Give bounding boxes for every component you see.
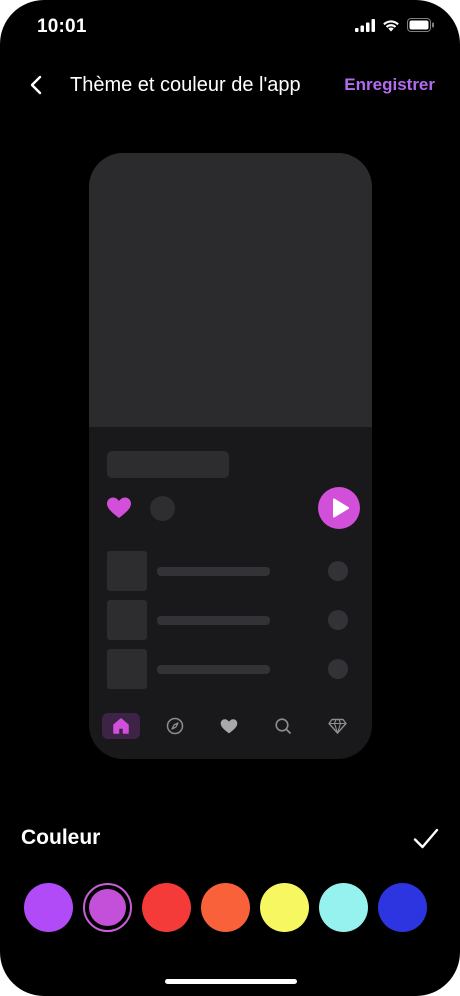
track-thumb-placeholder	[107, 649, 147, 689]
color-swatch-fill	[89, 889, 126, 926]
preview-action-placeholder	[150, 496, 175, 521]
phone-screen: 10:01 Thème et couleur de l'app Enregist…	[0, 0, 460, 996]
preview-tab-premium	[318, 713, 356, 739]
preview-cover-placeholder	[89, 153, 372, 427]
preview-tab-search	[264, 713, 302, 739]
nav-bar: Thème et couleur de l'app Enregistrer	[0, 64, 460, 108]
color-swatch[interactable]	[378, 883, 427, 932]
compass-icon	[166, 717, 184, 735]
track-action-placeholder	[328, 561, 348, 581]
preview-track-row	[107, 551, 357, 591]
preview-tab-home	[102, 713, 140, 739]
search-icon	[275, 718, 291, 734]
preview-title-placeholder	[107, 451, 229, 478]
track-thumb-placeholder	[107, 551, 147, 591]
signal-icon	[355, 18, 375, 32]
home-icon	[113, 718, 129, 734]
track-action-placeholder	[328, 610, 348, 630]
track-title-placeholder	[157, 616, 270, 625]
save-button[interactable]: Enregistrer	[344, 75, 435, 95]
status-bar: 10:01	[0, 0, 460, 54]
preview-track-row	[107, 649, 357, 689]
diamond-icon	[327, 718, 347, 734]
preview-heart-icon	[107, 497, 131, 518]
status-time: 10:01	[37, 16, 87, 37]
wifi-icon	[383, 19, 399, 31]
color-swatch[interactable]	[201, 883, 250, 932]
theme-preview	[89, 153, 372, 759]
status-icons	[355, 18, 435, 32]
play-icon	[333, 498, 349, 518]
preview-tab-explore	[156, 713, 194, 739]
color-swatch[interactable]	[24, 883, 73, 932]
color-swatch-list	[24, 883, 434, 933]
home-indicator	[165, 979, 297, 984]
back-chevron-icon[interactable]	[22, 70, 52, 100]
page-title: Thème et couleur de l'app	[70, 74, 301, 96]
color-swatch[interactable]	[142, 883, 191, 932]
heart-icon	[220, 718, 238, 733]
battery-icon	[407, 18, 434, 32]
color-swatch[interactable]	[260, 883, 309, 932]
preview-tab-bar	[89, 705, 372, 745]
color-swatch[interactable]	[319, 883, 368, 932]
color-swatch[interactable]	[83, 883, 132, 932]
preview-tab-favorites	[210, 713, 248, 739]
preview-track-row	[107, 600, 357, 640]
track-title-placeholder	[157, 567, 270, 576]
track-action-placeholder	[328, 659, 348, 679]
track-thumb-placeholder	[107, 600, 147, 640]
checkmark-icon[interactable]	[412, 826, 440, 852]
track-title-placeholder	[157, 665, 270, 674]
preview-play-button	[318, 487, 360, 529]
color-section-label: Couleur	[21, 826, 101, 849]
